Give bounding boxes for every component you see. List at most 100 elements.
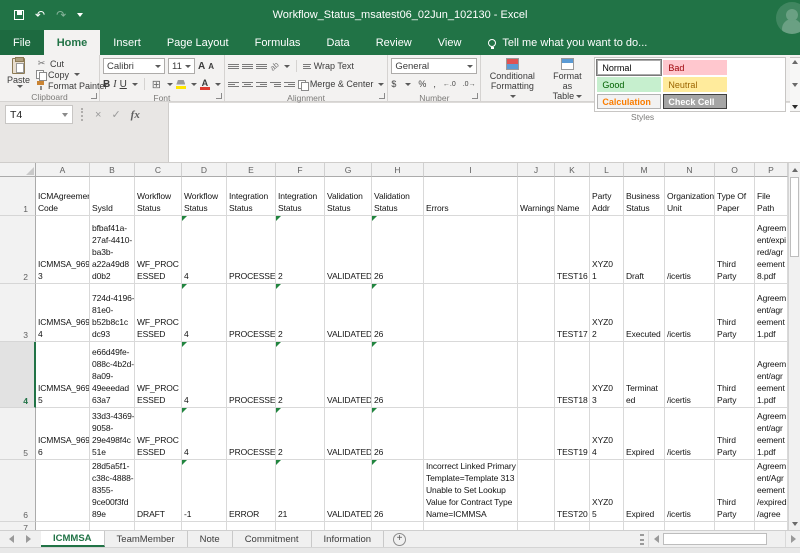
fill-color-button[interactable] [176,80,186,89]
cell-I4[interactable] [424,342,518,408]
cell-H4[interactable]: 26 [372,342,424,408]
cell-B3[interactable]: 724d-4196- 81e0- b52b8c1c dc93 [90,284,135,342]
cell-O7[interactable] [715,522,755,530]
tab-data[interactable]: Data [313,30,362,55]
shrink-font-button[interactable]: A [208,62,214,71]
scroll-up-icon[interactable] [789,163,800,176]
cell-L1[interactable]: Party Addr [590,177,624,216]
chevron-down-icon[interactable] [284,65,290,68]
style-cell-check-cell[interactable]: Check Cell [663,94,727,109]
bold-button[interactable]: B [103,79,110,90]
sheet-tab-commitment[interactable]: Commitment [233,531,312,547]
cell-P1[interactable]: File Path [755,177,788,216]
row-header-3[interactable]: 3 [0,284,36,342]
cell-A4[interactable]: ICMMSA_9695 5 [36,342,90,408]
scroll-left-icon[interactable] [648,531,663,547]
cell-J6[interactable] [518,460,555,522]
cell-P5[interactable]: Agreem ent/agr eement 1.pdf [755,408,788,460]
cell-A3[interactable]: ICMMSA_9695 4 [36,284,90,342]
comma-style-button[interactable]: , [433,79,436,89]
cell-G4[interactable]: VALIDATED [325,342,372,408]
cell-J1[interactable]: Warnings [518,177,555,216]
cell-P6[interactable]: Agreem ent/Agr eement /expired /agree [755,460,788,522]
row-header-2[interactable]: 2 [0,216,36,284]
column-header-K[interactable]: K [555,163,590,177]
vertical-scroll-thumb[interactable] [790,177,799,257]
cell-N7[interactable] [665,522,715,530]
cell-A5[interactable]: ICMMSA_9695 6 [36,408,90,460]
cell-J4[interactable] [518,342,555,408]
tab-home[interactable]: Home [44,30,101,55]
row-header-4[interactable]: 4 [0,342,36,408]
increase-indent-icon[interactable] [284,82,295,87]
sheet-tab-teammember[interactable]: TeamMember [105,531,188,547]
cell-D4[interactable]: 4 [182,342,227,408]
cell-D6[interactable]: -1 [182,460,227,522]
cell-H1[interactable]: Validation Status [372,177,424,216]
cell-D5[interactable]: 4 [182,408,227,460]
cell-O6[interactable]: Third Party [715,460,755,522]
horizontal-scroll-thumb[interactable] [663,533,767,545]
cell-M4[interactable]: Terminat ed [624,342,665,408]
tab-page-layout[interactable]: Page Layout [154,30,242,55]
cell-C3[interactable]: WF_PROC ESSED [135,284,182,342]
cell-B4[interactable]: e66d49fe- 088c-4b2d- 8a09- 49eeedad 63a7 [90,342,135,408]
style-cell-neutral[interactable]: Neutral [663,77,727,92]
cell-M3[interactable]: Executed [624,284,665,342]
row-header-7[interactable]: 7 [0,522,36,530]
cell-E1[interactable]: Integration Status [227,177,276,216]
gallery-down-icon[interactable] [792,83,798,87]
tab-formulas[interactable]: Formulas [242,30,314,55]
column-header-M[interactable]: M [624,163,665,177]
cell-L3[interactable]: XYZ0 2 [590,284,624,342]
name-box[interactable]: T4 [5,105,73,124]
cell-E5[interactable]: PROCESSED [227,408,276,460]
cell-F1[interactable]: Integration Status [276,177,325,216]
font-color-button[interactable]: A [200,79,210,90]
cell-C6[interactable]: DRAFT [135,460,182,522]
chevron-down-icon[interactable] [132,83,138,86]
save-icon[interactable] [14,10,24,20]
cell-L4[interactable]: XYZ0 3 [590,342,624,408]
cell-H5[interactable]: 26 [372,408,424,460]
italic-button[interactable]: I [113,79,116,90]
cell-N4[interactable]: /icertis [665,342,715,408]
cell-A6[interactable] [36,460,90,522]
chevron-down-icon[interactable] [215,83,221,86]
cell-M6[interactable]: Expired [624,460,665,522]
cell-P4[interactable]: Agreem ent/agr eement 1.pdf [755,342,788,408]
cell-M5[interactable]: Expired [624,408,665,460]
cell-G3[interactable]: VALIDATED [325,284,372,342]
cell-D1[interactable]: Workflow Status [182,177,227,216]
chevron-down-icon[interactable] [191,83,197,86]
align-middle-icon[interactable] [242,64,253,69]
cell-E6[interactable]: ERROR [227,460,276,522]
sheet-tab-icmmsa[interactable]: ICMMSA [41,531,105,547]
cell-H6[interactable]: 26 [372,460,424,522]
style-gallery-scrollbar[interactable] [790,57,800,112]
tab-split-handle[interactable] [640,534,644,545]
cell-G7[interactable] [325,522,372,530]
cell-E2[interactable]: PROCESSED [227,216,276,284]
cell-G6[interactable]: VALIDATED [325,460,372,522]
qat-customize-icon[interactable] [77,13,83,17]
decrease-decimal-button[interactable]: .0→ [463,81,476,88]
cell-O2[interactable]: Third Party [715,216,755,284]
cell-N6[interactable]: /icertis [665,460,715,522]
cell-N2[interactable]: /icertis [665,216,715,284]
prev-sheet-icon[interactable] [9,535,14,543]
cell-D7[interactable] [182,522,227,530]
tab-review[interactable]: Review [363,30,425,55]
cell-D2[interactable]: 4 [182,216,227,284]
accounting-format-button[interactable]: $ [391,79,396,89]
increase-decimal-button[interactable]: ←.0 [443,81,456,88]
cell-N5[interactable]: /icertis [665,408,715,460]
cell-I2[interactable] [424,216,518,284]
cell-B5[interactable]: 33d3-4369- 9058- 29e498f4c 51e [90,408,135,460]
copy-button[interactable]: Copy [36,69,108,80]
column-header-H[interactable]: H [372,163,424,177]
cell-M1[interactable]: Business Status [624,177,665,216]
cell-P3[interactable]: Agreem ent/agr eement 1.pdf [755,284,788,342]
vertical-scrollbar[interactable] [788,163,800,530]
cell-I7[interactable] [424,522,518,530]
